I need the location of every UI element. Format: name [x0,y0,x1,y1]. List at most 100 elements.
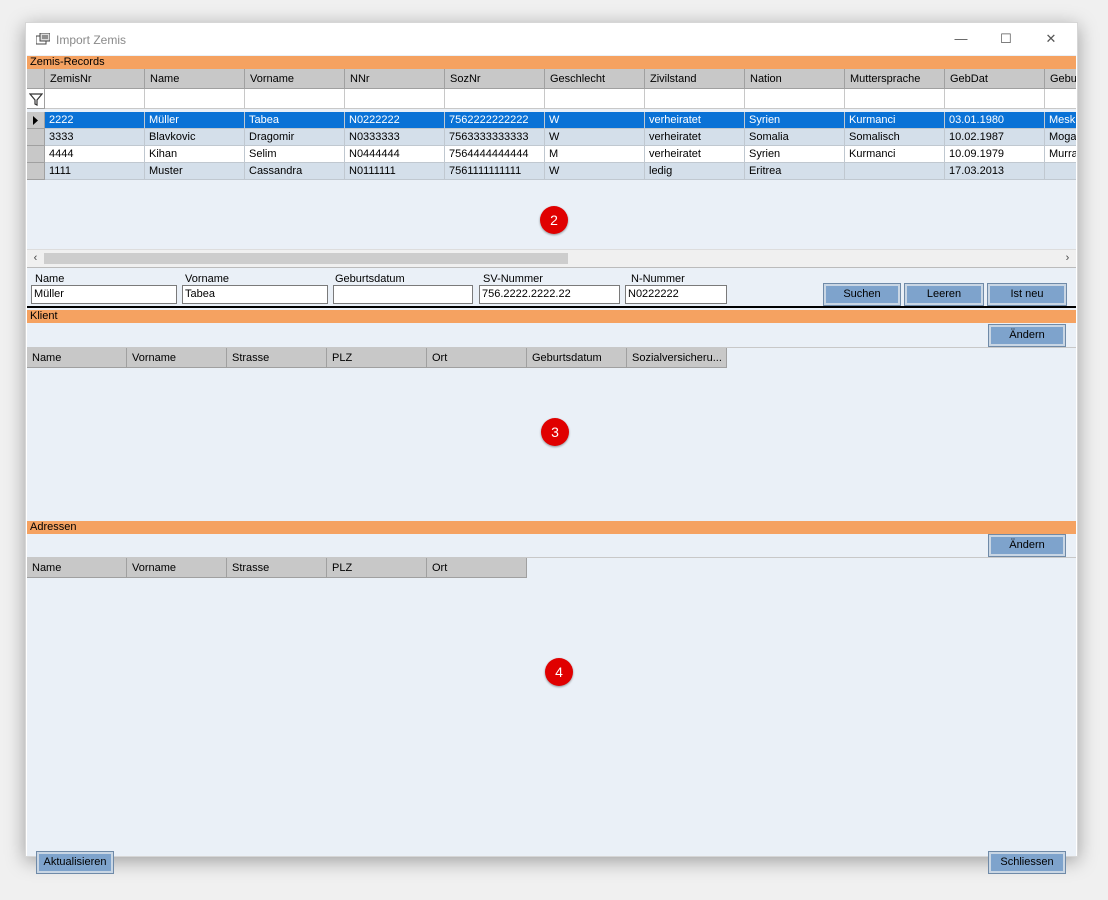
table-cell[interactable]: 7564444444444 [445,146,545,163]
table-row[interactable]: 3333 Blavkovic Dragomir N0333333 75633333333… [45,129,1076,146]
column-header[interactable]: Nation [745,69,845,89]
adressen-column-header[interactable]: PLZ [327,558,427,578]
table-cell[interactable]: verheiratet [645,112,745,129]
table-cell[interactable]: verheiratet [645,146,745,163]
column-header[interactable]: Geburt [1045,69,1076,89]
table-cell[interactable]: N0333333 [345,129,445,146]
name-input[interactable]: Müller [31,285,177,304]
table-cell[interactable]: Eritrea [745,163,845,180]
table-cell[interactable]: Muster [145,163,245,180]
column-header[interactable]: Name [145,69,245,89]
maximize-button[interactable]: ☐ [984,27,1028,51]
schliessen-button[interactable]: Schliessen [988,851,1066,874]
minimize-button[interactable]: — [939,27,983,51]
table-cell[interactable]: Somalia [745,129,845,146]
column-filter-input[interactable] [1045,89,1076,109]
row-header[interactable] [27,146,45,163]
column-header[interactable]: Muttersprache [845,69,945,89]
row-header[interactable] [27,129,45,146]
aktualisieren-button[interactable]: Aktualisieren [36,851,114,874]
table-cell[interactable]: 7561111111111 [445,163,545,180]
klient-column-header[interactable]: Ort [427,348,527,368]
klient-column-header[interactable]: Name [27,348,127,368]
table-cell[interactable]: Mesk [1045,112,1076,129]
column-header[interactable]: ZemisNr [45,69,145,89]
table-cell[interactable]: 03.01.1980 [945,112,1045,129]
klient-aendern-button[interactable]: Ändern [988,324,1066,347]
table-cell[interactable]: 10.09.1979 [945,146,1045,163]
table-cell[interactable]: Selim [245,146,345,163]
table-cell[interactable]: 1111 [45,163,145,180]
table-cell[interactable]: 3333 [45,129,145,146]
geburtsdatum-input[interactable] [333,285,473,304]
table-row[interactable]: 1111 Muster Cassandra N0111111 7561111111111… [45,163,1076,180]
scrollbar-thumb[interactable] [44,253,568,264]
table-row[interactable]: 2222 Müller Tabea N0222222 7562222222222 Wver… [45,112,1076,129]
table-cell[interactable]: Kurmanci [845,112,945,129]
table-cell[interactable]: verheiratet [645,129,745,146]
column-filter-input[interactable] [845,89,945,109]
table-cell[interactable]: Kurmanci [845,146,945,163]
column-filter-input[interactable] [245,89,345,109]
table-cell[interactable]: Dragomir [245,129,345,146]
table-cell[interactable] [1045,163,1076,180]
table-cell[interactable]: Kihan [145,146,245,163]
table-cell[interactable]: Murra [1045,146,1076,163]
table-cell[interactable]: 7562222222222 [445,112,545,129]
scroll-right-icon[interactable]: › [1059,250,1076,267]
leeren-button[interactable]: Leeren [904,283,984,306]
scroll-left-icon[interactable]: ‹ [27,250,44,267]
table-cell[interactable]: Tabea [245,112,345,129]
table-cell[interactable]: Somalisch [845,129,945,146]
column-filter-input[interactable] [345,89,445,109]
table-cell[interactable]: Moga [1045,129,1076,146]
table-cell[interactable] [845,163,945,180]
table-cell[interactable]: 4444 [45,146,145,163]
table-cell[interactable]: ledig [645,163,745,180]
column-header[interactable]: Geschlecht [545,69,645,89]
klient-column-header[interactable]: Geburtsdatum [527,348,627,368]
sv-nummer-input[interactable]: 756.2222.2222.22 [479,285,620,304]
column-header[interactable]: GebDat [945,69,1045,89]
row-header[interactable] [27,112,45,129]
adressen-column-header[interactable]: Name [27,558,127,578]
column-filter-input[interactable] [445,89,545,109]
adressen-column-header[interactable]: Strasse [227,558,327,578]
table-cell[interactable]: N0111111 [345,163,445,180]
vorname-input[interactable]: Tabea [182,285,328,304]
column-filter-input[interactable] [545,89,645,109]
suchen-button[interactable]: Suchen [823,283,901,306]
column-filter-input[interactable] [145,89,245,109]
table-cell[interactable]: N0222222 [345,112,445,129]
table-cell[interactable]: 2222 [45,112,145,129]
table-cell[interactable]: 17.03.2013 [945,163,1045,180]
klient-column-header[interactable]: Strasse [227,348,327,368]
n-nummer-input[interactable]: N0222222 [625,285,727,304]
column-filter-input[interactable] [645,89,745,109]
table-cell[interactable]: Müller [145,112,245,129]
column-filter-input[interactable] [45,89,145,109]
table-cell[interactable]: Cassandra [245,163,345,180]
column-header[interactable]: Vorname [245,69,345,89]
adressen-column-header[interactable]: Ort [427,558,527,578]
adressen-column-header[interactable]: Vorname [127,558,227,578]
table-cell[interactable]: Blavkovic [145,129,245,146]
ist-neu-button[interactable]: Ist neu [987,283,1067,306]
table-row[interactable]: 4444 Kihan Selim N0444444 7564444444444 Mverh… [45,146,1076,163]
column-header[interactable]: Zivilstand [645,69,745,89]
close-button[interactable]: ✕ [1029,27,1073,51]
klient-column-header[interactable]: Vorname [127,348,227,368]
klient-column-header[interactable]: Sozialversicheru... [627,348,727,368]
table-cell[interactable]: W [545,129,645,146]
column-header[interactable]: SozNr [445,69,545,89]
table-cell[interactable]: N0444444 [345,146,445,163]
column-header[interactable]: NNr [345,69,445,89]
klient-column-header[interactable]: PLZ [327,348,427,368]
table-cell[interactable]: Syrien [745,112,845,129]
table-cell[interactable]: W [545,112,645,129]
table-cell[interactable]: W [545,163,645,180]
filter-icon[interactable] [28,92,44,109]
table-cell[interactable]: M [545,146,645,163]
column-filter-input[interactable] [745,89,845,109]
horizontal-scrollbar[interactable]: ‹ › [27,249,1076,268]
